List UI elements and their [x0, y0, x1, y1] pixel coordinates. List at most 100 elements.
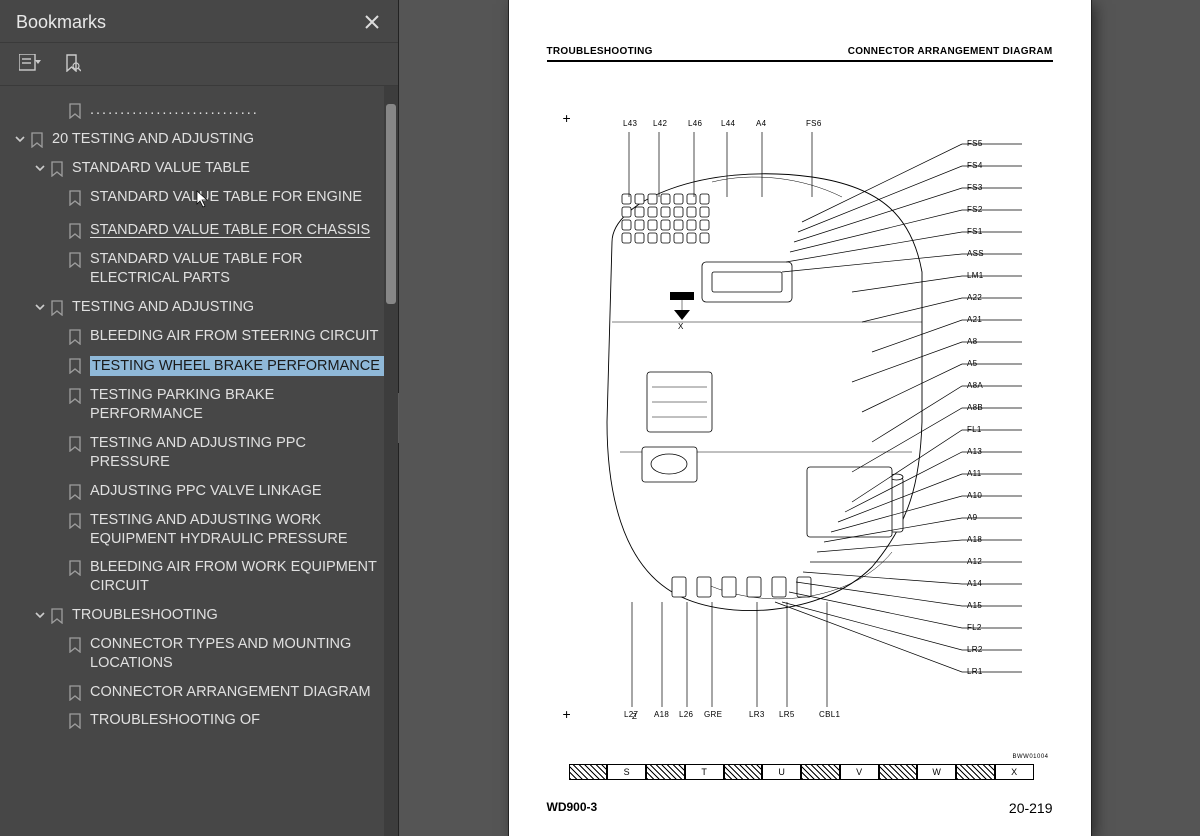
connector-label: A5 [967, 359, 977, 368]
bookmarks-panel: Bookmarks ............................ 20… [0, 0, 399, 836]
bookmark-label: TESTING WHEEL BRAKE PERFORMANCE [90, 356, 390, 377]
page-header: TROUBLESHOOTING CONNECTOR ARRANGEMENT DI… [547, 46, 1053, 62]
bookmark-label: STANDARD VALUE TABLE FOR ENGINE [90, 188, 376, 207]
bookmark-item[interactable]: CONNECTOR TYPES AND MOUNTING LOCATIONS [10, 630, 390, 678]
bookmark-icon [66, 713, 84, 729]
bookmark-icon [66, 329, 84, 345]
connector-label: LM1 [967, 271, 983, 280]
connector-label: A8B [967, 403, 983, 412]
connector-label: CBL1 [819, 710, 840, 719]
bookmark-label: STANDARD VALUE TABLE FOR ELECTRICAL PART… [90, 250, 390, 288]
bookmark-icon [66, 252, 84, 268]
page-header-left: TROUBLESHOOTING [547, 46, 653, 57]
bookmark-item[interactable]: STANDARD VALUE TABLE FOR ENGINE [10, 183, 390, 217]
connector-diagram: L43L42L46L44A4FS6FS5FS4FS3FS2FS1ASSLM1A2… [552, 122, 1047, 742]
connector-label: A12 [967, 557, 982, 566]
bookmark-icon [48, 608, 66, 624]
bookmark-item[interactable]: STANDARD VALUE TABLE [10, 154, 390, 183]
chevron-down-icon[interactable] [32, 162, 48, 174]
connector-label: LR5 [779, 710, 795, 719]
connector-label: L43 [623, 119, 637, 128]
close-panel-button[interactable] [360, 10, 384, 34]
bookmark-label: STANDARD VALUE TABLE [72, 159, 390, 178]
bookmark-item[interactable]: TROUBLESHOOTING OF [10, 706, 390, 735]
connector-label: FS4 [967, 161, 983, 170]
bookmark-item[interactable]: TESTING AND ADJUSTING [10, 293, 390, 322]
connector-label: FL2 [967, 623, 982, 632]
bookmark-icon [66, 685, 84, 701]
bookmark-label: BLEEDING AIR FROM WORK EQUIPMENT CIRCUIT [90, 558, 390, 596]
bookmarks-toolbar [0, 43, 398, 86]
connector-label: L44 [721, 119, 735, 128]
section-ruler: S T U V W X [569, 764, 1034, 780]
bookmark-icon [66, 223, 84, 239]
connector-label: A18 [967, 535, 982, 544]
connector-label: ASS [967, 249, 984, 258]
connector-label: LR3 [749, 710, 765, 719]
page-number: 20-219 [1009, 800, 1053, 816]
bookmark-icon [66, 190, 84, 206]
bookmark-item[interactable]: BLEEDING AIR FROM WORK EQUIPMENT CIRCUIT [10, 553, 390, 601]
connector-label: X [678, 322, 684, 331]
connector-label: FS6 [806, 119, 822, 128]
bookmark-item[interactable]: CONNECTOR ARRANGEMENT DIAGRAM [10, 678, 390, 707]
bookmark-icon [66, 388, 84, 404]
bookmark-icon [66, 436, 84, 452]
bookmark-options-button[interactable] [16, 51, 44, 75]
bookmarks-header: Bookmarks [0, 0, 398, 43]
cursor-icon [196, 190, 210, 214]
bookmark-item[interactable]: TESTING WHEEL BRAKE PERFORMANCE [10, 351, 390, 382]
chevron-down-icon[interactable] [12, 133, 28, 145]
pdf-page: TROUBLESHOOTING CONNECTOR ARRANGEMENT DI… [509, 0, 1091, 836]
find-bookmark-button[interactable] [58, 51, 86, 75]
connector-label: L46 [688, 119, 702, 128]
bookmark-item-truncated[interactable]: ............................ [10, 96, 390, 125]
connector-label: L42 [653, 119, 667, 128]
bookmark-label: ADJUSTING PPC VALVE LINKAGE [90, 482, 390, 501]
chevron-down-icon[interactable] [32, 609, 48, 621]
document-view[interactable]: TROUBLESHOOTING CONNECTOR ARRANGEMENT DI… [399, 0, 1200, 836]
connector-label: A8A [967, 381, 983, 390]
connector-label: A11 [967, 469, 982, 478]
bookmark-item[interactable]: STANDARD VALUE TABLE FOR ELECTRICAL PART… [10, 245, 390, 293]
bookmark-item[interactable]: 20 TESTING AND ADJUSTING [10, 125, 390, 154]
connector-label: A14 [967, 579, 982, 588]
bookmark-tree: ............................ 20 TESTING A… [0, 86, 398, 836]
bookmark-label: BLEEDING AIR FROM STEERING CIRCUIT [90, 327, 390, 346]
bookmarks-title: Bookmarks [16, 12, 106, 33]
bookmark-label: TESTING AND ADJUSTING PPC PRESSURE [90, 434, 390, 472]
connector-label: GRE [704, 710, 722, 719]
connector-label: A9 [967, 513, 977, 522]
bookmark-icon [66, 358, 84, 374]
bookmark-icon [66, 484, 84, 500]
bookmark-label: TESTING AND ADJUSTING WORK EQUIPMENT HYD… [90, 511, 390, 549]
bookmark-label: 20 TESTING AND ADJUSTING [52, 130, 390, 149]
page-footer: WD900-3 20-219 [547, 800, 1053, 816]
scrollbar-thumb[interactable] [386, 104, 396, 304]
page-header-right: CONNECTOR ARRANGEMENT DIAGRAM [848, 46, 1053, 57]
model-number: WD900-3 [547, 800, 598, 816]
bookmark-label: CONNECTOR TYPES AND MOUNTING LOCATIONS [90, 635, 390, 673]
bookmark-item[interactable]: ADJUSTING PPC VALVE LINKAGE [10, 477, 390, 506]
connector-label: A10 [967, 491, 982, 500]
connector-label: A8 [967, 337, 977, 346]
bookmark-icon [48, 300, 66, 316]
bookmark-label: TROUBLESHOOTING OF [90, 711, 390, 730]
bookmark-icon [48, 161, 66, 177]
bookmark-item[interactable]: TESTING AND ADJUSTING PPC PRESSURE [10, 429, 390, 477]
bookmark-item[interactable]: TESTING PARKING BRAKE PERFORMANCE [10, 381, 390, 429]
tree-scrollbar[interactable] [384, 86, 398, 836]
connector-label: FS1 [967, 227, 983, 236]
bookmark-item[interactable]: TESTING AND ADJUSTING WORK EQUIPMENT HYD… [10, 506, 390, 554]
bookmark-item[interactable]: STANDARD VALUE TABLE FOR CHASSIS [10, 216, 390, 245]
chevron-down-icon[interactable] [32, 301, 48, 313]
bookmark-icon [66, 560, 84, 576]
bookmark-item[interactable]: BLEEDING AIR FROM STEERING CIRCUIT [10, 322, 390, 351]
connector-label: Z [632, 712, 637, 721]
bookmark-item[interactable]: TROUBLESHOOTING [10, 601, 390, 630]
connector-label: A18 [654, 710, 669, 719]
bookmark-label: TROUBLESHOOTING [72, 606, 390, 625]
connector-label: A15 [967, 601, 982, 610]
connector-label: A22 [967, 293, 982, 302]
bookmark-label: STANDARD VALUE TABLE FOR CHASSIS [90, 221, 390, 240]
